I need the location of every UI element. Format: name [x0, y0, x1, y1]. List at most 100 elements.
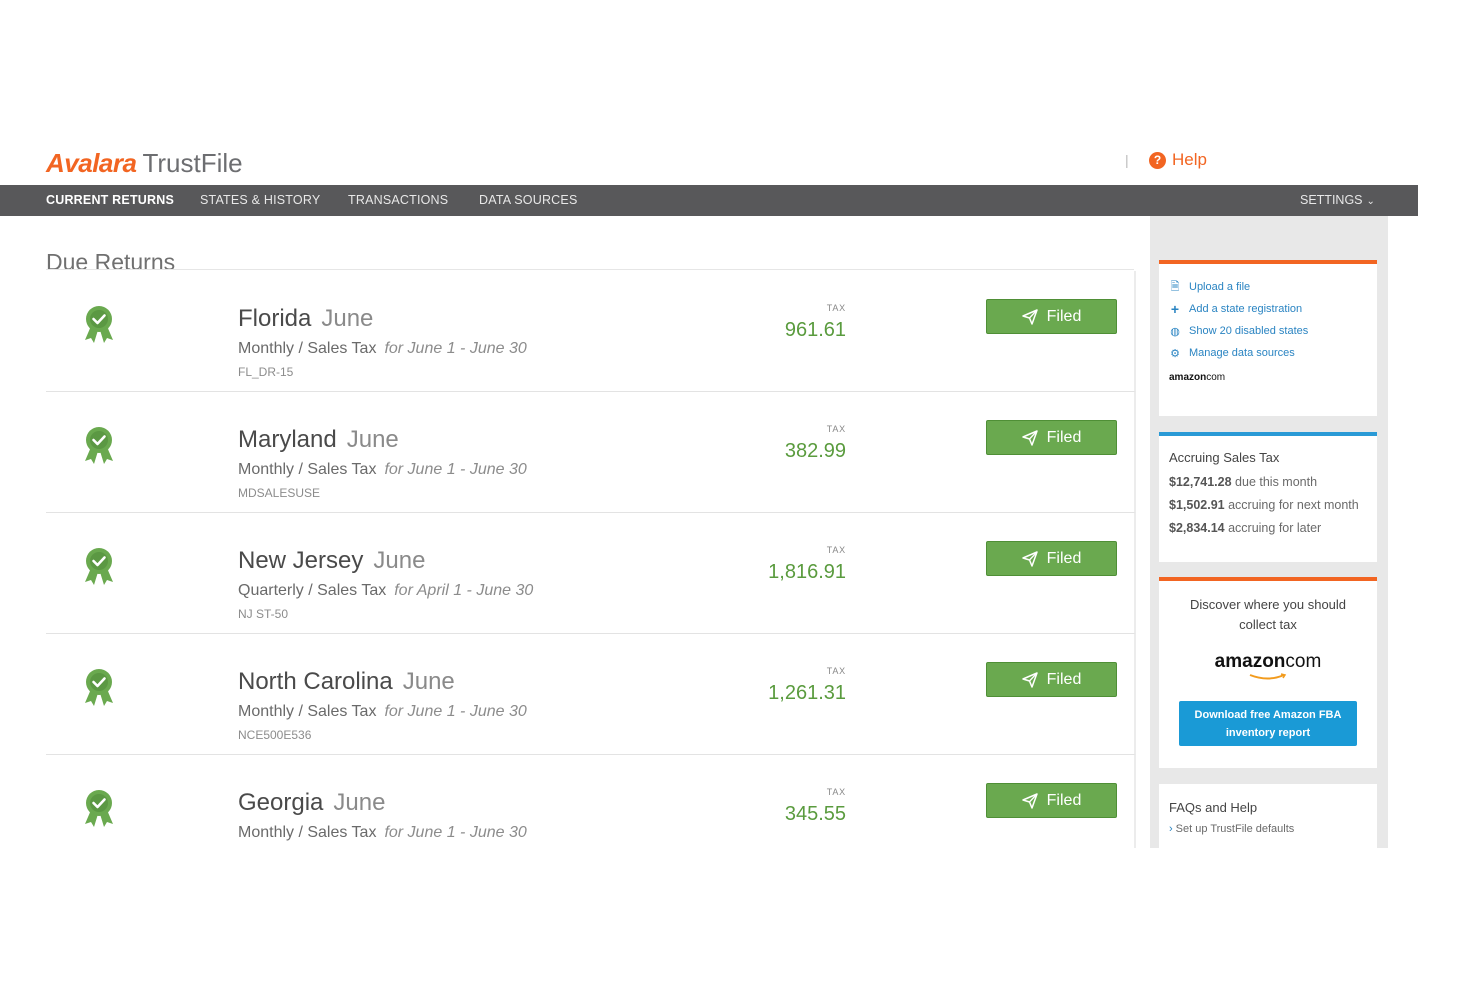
tax-label: TAX: [826, 666, 846, 676]
return-month: June: [333, 789, 386, 816]
manage-data-sources-link[interactable]: ⚙ Manage data sources: [1169, 342, 1377, 364]
title-divider: [46, 269, 1134, 270]
return-state-line: New Jersey June: [238, 547, 425, 575]
tax-amount: 1,261.31: [768, 682, 846, 704]
faq-link-defaults[interactable]: › Set up TrustFile defaults: [1169, 823, 1377, 835]
amazon-small-suffix: com: [1206, 372, 1226, 383]
paper-plane-icon: [1021, 792, 1047, 809]
return-period: for June 1 - June 30: [384, 703, 527, 720]
form-code: NJ ST-50: [238, 607, 289, 621]
paper-plane-icon: [1021, 550, 1047, 567]
logo-product: TrustFile: [142, 148, 243, 178]
discover-text: Discover where you should collect tax: [1189, 597, 1347, 632]
accruing-amount: $12,741.28: [1169, 475, 1232, 489]
return-period: for June 1 - June 30: [384, 340, 527, 357]
nav-data-sources[interactable]: DATA SOURCES: [479, 185, 577, 216]
nav-transactions[interactable]: TRANSACTIONS: [348, 185, 448, 216]
return-row: North Carolina June Monthly / Sales Tax for…: [46, 634, 1136, 755]
award-ribbon-icon: [82, 425, 116, 465]
nav-settings[interactable]: SETTINGS ⌄: [1300, 185, 1375, 216]
form-code: NCE500E536: [238, 728, 312, 742]
accruing-amount: $1,502.91: [1169, 498, 1225, 512]
return-row: Florida June Monthly / Sales Tax for June 1…: [46, 271, 1136, 392]
nav-current-returns[interactable]: CURRENT RETURNS: [46, 185, 174, 216]
file-icon: 🗎: [1170, 280, 1180, 293]
fba-button-line2: inventory report: [1225, 727, 1311, 739]
chevron-down-icon: ⌄: [1366, 196, 1375, 207]
return-month: June: [346, 426, 399, 453]
form-code: MDSALESUSE: [238, 486, 321, 500]
upload-file-link[interactable]: 🗎 Upload a file: [1169, 276, 1377, 298]
header-divider: |: [1125, 152, 1129, 168]
plus-icon: +: [1170, 301, 1180, 317]
return-type: Monthly / Sales Tax: [238, 340, 377, 357]
filed-button[interactable]: Filed: [986, 541, 1117, 576]
filed-label: Filed: [1046, 670, 1082, 688]
return-period: for June 1 - June 30: [384, 461, 527, 478]
accruing-line-later: $2,834.14 accruing for later: [1169, 519, 1367, 538]
return-month: June: [373, 547, 426, 574]
amazon-smile-icon: [1249, 673, 1287, 680]
amazon-small-brand: amazon: [1169, 372, 1207, 383]
app-logo[interactable]: Avalara TrustFile: [46, 148, 243, 180]
gear-icon: ⚙: [1170, 347, 1180, 360]
nav-states-history[interactable]: STATES & HISTORY: [200, 185, 320, 216]
sidebar: 🗎 Upload a file + Add a state registrati…: [1150, 216, 1388, 848]
filed-button[interactable]: Filed: [986, 299, 1117, 334]
amazon-logo-small[interactable]: amazoncom: [1169, 372, 1377, 383]
return-row: Maryland June Monthly / Sales Tax for June …: [46, 392, 1136, 513]
return-type-line: Monthly / Sales Tax for June 1 - June 30: [238, 703, 527, 721]
accruing-line-this-month: $12,741.28 due this month: [1169, 473, 1367, 492]
settings-label: SETTINGS: [1300, 193, 1363, 207]
tax-amount: 382.99: [784, 440, 846, 462]
return-row: New Jersey June Quarterly / Sales Tax for A…: [46, 513, 1136, 634]
return-type: Monthly / Sales Tax: [238, 461, 377, 478]
filed-label: Filed: [1046, 549, 1082, 567]
tax-label: TAX: [826, 545, 846, 555]
return-type: Quarterly / Sales Tax: [238, 582, 387, 599]
return-period: for April 1 - June 30: [394, 582, 534, 599]
tax-label: TAX: [826, 424, 846, 434]
tax-amount: 961.61: [784, 319, 846, 341]
amazon-brand: amazon: [1214, 651, 1286, 672]
amazon-suffix: com: [1285, 651, 1322, 672]
return-month: June: [321, 305, 374, 332]
form-code: FL_DR-15: [238, 365, 294, 379]
paper-plane-icon: [1021, 671, 1047, 688]
accruing-text: accruing for later: [1228, 521, 1322, 535]
state-name: North Carolina: [238, 668, 393, 695]
award-ribbon-icon: [82, 788, 116, 828]
help-link[interactable]: ? Help: [1149, 150, 1207, 170]
return-type: Monthly / Sales Tax: [238, 703, 377, 720]
filed-label: Filed: [1046, 428, 1082, 446]
return-month: June: [402, 668, 455, 695]
manage-data-label: Manage data sources: [1189, 347, 1295, 359]
add-state-registration-link[interactable]: + Add a state registration: [1169, 298, 1377, 320]
eye-slash-icon: ◍: [1170, 325, 1180, 338]
amazon-logo: amazoncom: [1159, 651, 1377, 681]
accruing-text: accruing for next month: [1228, 498, 1359, 512]
discover-card: Discover where you should collect tax am…: [1159, 577, 1377, 768]
filed-button[interactable]: Filed: [986, 783, 1117, 818]
return-type-line: Monthly / Sales Tax for June 1 - June 30: [238, 824, 527, 842]
tax-label: TAX: [826, 303, 846, 313]
award-ribbon-icon: [82, 667, 116, 707]
accruing-amount: $2,834.14: [1169, 521, 1225, 535]
accruing-title: Accruing Sales Tax: [1169, 450, 1280, 465]
main-nav: CURRENT RETURNS STATES & HISTORY TRANSAC…: [0, 185, 1418, 216]
filed-button[interactable]: Filed: [986, 420, 1117, 455]
return-type-line: Quarterly / Sales Tax for April 1 - June …: [238, 582, 533, 600]
state-name: Florida: [238, 305, 312, 332]
return-state-line: North Carolina June: [238, 668, 455, 696]
accruing-card: Accruing Sales Tax $12,741.28 due this m…: [1159, 432, 1377, 562]
show-disabled-label: Show 20 disabled states: [1189, 325, 1309, 337]
download-fba-report-button[interactable]: Download free Amazon FBA inventory repor…: [1179, 701, 1357, 746]
tax-amount: 345.55: [784, 803, 846, 825]
return-row: Georgia June Monthly / Sales Tax for June 1…: [46, 755, 1136, 848]
filed-button[interactable]: Filed: [986, 662, 1117, 697]
chevron-right-icon: ›: [1169, 823, 1173, 835]
question-circle-icon: ?: [1149, 151, 1166, 169]
main-content: Due Returns Florida June Monthly / Sales T…: [46, 216, 1136, 848]
award-ribbon-icon: [82, 546, 116, 586]
show-disabled-states-link[interactable]: ◍ Show 20 disabled states: [1169, 320, 1377, 342]
